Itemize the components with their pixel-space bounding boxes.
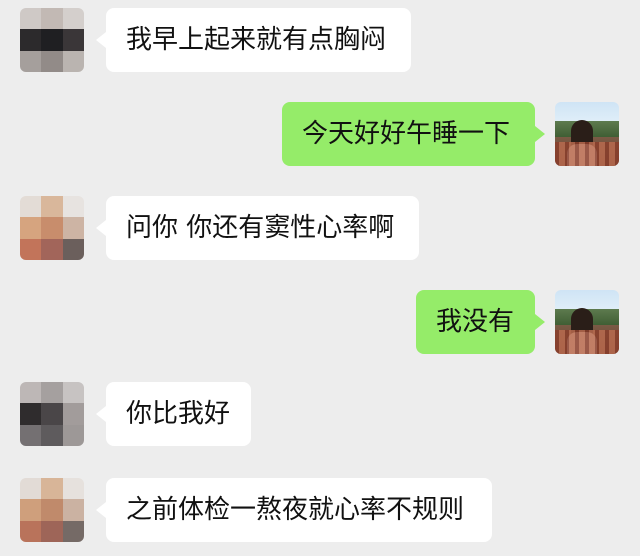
message-bubble[interactable]: 问你 你还有窦性心率啊 [96, 196, 419, 260]
contact-avatar[interactable] [20, 8, 84, 72]
message-text: 我没有 [436, 307, 515, 337]
message-text: 之前体检一熬夜就心率不规则 [126, 495, 465, 525]
contact-avatar[interactable] [20, 196, 84, 260]
chat-message-incoming: 之前体检一熬夜就心率不规则 [0, 478, 640, 548]
message-bubble[interactable]: 今天好好午睡一下 [282, 102, 545, 166]
contact-avatar[interactable] [20, 382, 84, 446]
message-text: 问你 你还有窦性心率啊 [126, 213, 395, 243]
chat-message-outgoing: 我没有 [0, 290, 640, 360]
pixelated-avatar-image [20, 382, 84, 446]
chat-message-incoming: 问你 你还有窦性心率啊 [0, 196, 640, 266]
photo-avatar-image [555, 102, 619, 166]
message-text: 今天好好午睡一下 [302, 119, 511, 149]
chat-message-incoming: 我早上起来就有点胸闷 [0, 8, 640, 78]
chat-message-outgoing: 今天好好午睡一下 [0, 102, 640, 172]
pixelated-avatar-image [20, 196, 84, 260]
message-text: 我早上起来就有点胸闷 [126, 25, 387, 55]
message-bubble[interactable]: 我没有 [416, 290, 545, 354]
photo-avatar-image [555, 290, 619, 354]
user-avatar[interactable] [555, 290, 619, 354]
user-avatar[interactable] [555, 102, 619, 166]
contact-avatar[interactable] [20, 478, 84, 542]
pixelated-avatar-image [20, 478, 84, 542]
message-bubble[interactable]: 我早上起来就有点胸闷 [96, 8, 411, 72]
chat-message-incoming: 你比我好 [0, 382, 640, 452]
message-bubble[interactable]: 之前体检一熬夜就心率不规则 [96, 478, 492, 542]
chat-conversation: 我早上起来就有点胸闷 今天好好午睡一下 问你 你还有窦性心率啊 我没有 你比我好… [0, 0, 640, 556]
pixelated-avatar-image [20, 8, 84, 72]
message-bubble[interactable]: 你比我好 [96, 382, 251, 446]
message-text: 你比我好 [126, 399, 231, 429]
